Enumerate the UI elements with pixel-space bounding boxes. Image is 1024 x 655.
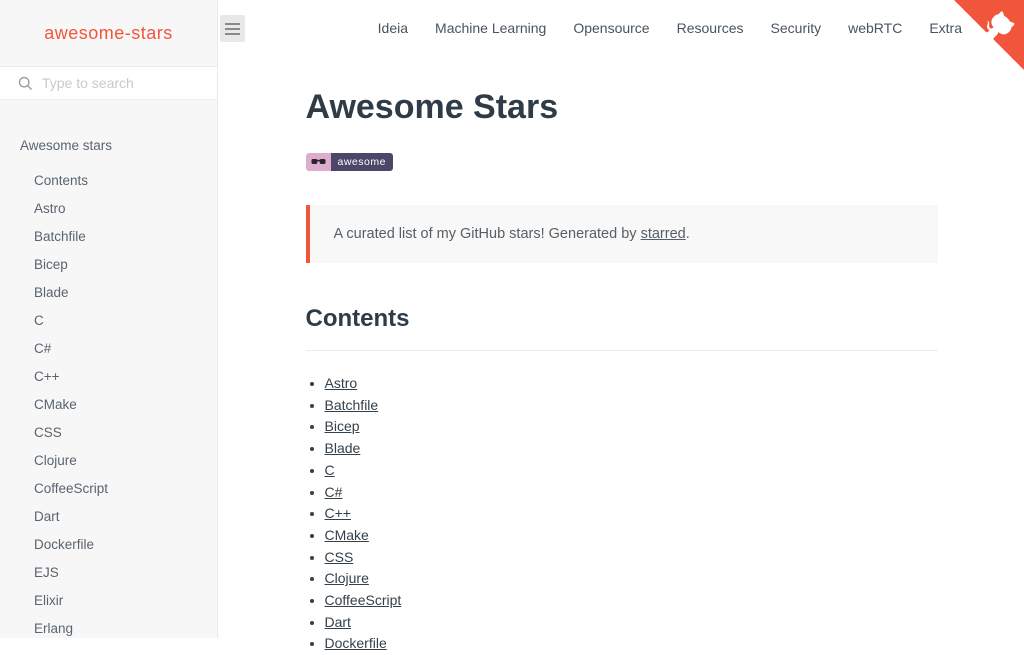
contents-link[interactable]: Blade: [325, 440, 361, 456]
topnav-link[interactable]: Security: [771, 20, 822, 36]
list-item: Astro: [325, 373, 938, 395]
sidebar-item[interactable]: C: [0, 307, 217, 335]
sidebar-item[interactable]: CoffeeScript: [0, 475, 217, 503]
list-item: Bicep: [325, 416, 938, 438]
sidebar-item[interactable]: Blade: [0, 279, 217, 307]
sidebar-item[interactable]: EJS: [0, 559, 217, 587]
intro-blockquote: A curated list of my GitHub stars! Gener…: [306, 205, 938, 263]
search-icon: [18, 76, 33, 91]
sidebar-item[interactable]: Bicep: [0, 251, 217, 279]
contents-link[interactable]: Dart: [325, 614, 351, 630]
contents-link[interactable]: C: [325, 462, 335, 478]
sidebar-item[interactable]: Elixir: [0, 587, 217, 615]
sidebar-item[interactable]: Batchfile: [0, 223, 217, 251]
logo-area: awesome-stars: [0, 0, 217, 66]
contents-link[interactable]: C#: [325, 484, 343, 500]
sidebar-item-awesome-stars[interactable]: Awesome stars: [0, 138, 217, 167]
list-item: Dockerfile: [325, 633, 938, 655]
list-item: C#: [325, 482, 938, 504]
search-bar[interactable]: [0, 66, 217, 100]
topnav-link[interactable]: Opensource: [573, 20, 649, 36]
github-corner-icon[interactable]: [954, 0, 1024, 70]
sidebar-item[interactable]: Erlang: [0, 615, 217, 643]
topnav-link[interactable]: Resources: [677, 20, 744, 36]
quote-text: A curated list of my GitHub stars! Gener…: [334, 226, 641, 242]
search-input[interactable]: [42, 75, 205, 91]
list-item: CSS: [325, 547, 938, 569]
contents-link[interactable]: CMake: [325, 527, 369, 543]
list-item: Blade: [325, 438, 938, 460]
sidebar-item[interactable]: C#: [0, 335, 217, 363]
sidebar-item[interactable]: Astro: [0, 195, 217, 223]
badge-row: awesome: [306, 153, 938, 171]
starred-link[interactable]: starred: [641, 226, 686, 242]
list-item: Clojure: [325, 568, 938, 590]
sidebar-item[interactable]: Contents: [0, 167, 217, 195]
sidebar-item[interactable]: C++: [0, 363, 217, 391]
topnav-link[interactable]: Machine Learning: [435, 20, 546, 36]
page-title: Awesome Stars: [306, 88, 938, 127]
list-item: CMake: [325, 525, 938, 547]
sidebar-item[interactable]: Clojure: [0, 447, 217, 475]
list-item: C++: [325, 503, 938, 525]
sidebar-nav: Awesome stars ContentsAstroBatchfileBice…: [0, 100, 217, 643]
contents-link[interactable]: Bicep: [325, 418, 360, 434]
site-logo[interactable]: awesome-stars: [44, 23, 173, 44]
topnav-link[interactable]: Ideia: [378, 20, 408, 36]
contents-list: Astro Batchfile Bicep Blade C C# C++ CMake CSS Cl…: [306, 373, 938, 655]
quote-suffix: .: [686, 226, 690, 242]
contents-link[interactable]: C++: [325, 505, 351, 521]
hamburger-icon: [225, 28, 240, 30]
page-content: Awesome Stars awesome A curated list of …: [306, 88, 938, 655]
sidebar-item[interactable]: Dart: [0, 503, 217, 531]
list-item: C: [325, 460, 938, 482]
list-item: CoffeeScript: [325, 590, 938, 612]
sidebar-item[interactable]: Dockerfile: [0, 531, 217, 559]
list-item: Batchfile: [325, 395, 938, 417]
sidebar-toggle-button[interactable]: [220, 15, 245, 42]
sidebar-item-list: ContentsAstroBatchfileBicepBladeCC#C++CM…: [0, 167, 217, 643]
list-item: Dart: [325, 612, 938, 634]
top-navigation: Ideia Machine Learning Opensource Resources…: [219, 0, 1024, 56]
contents-link[interactable]: Clojure: [325, 570, 369, 586]
hamburger-icon: [225, 33, 240, 35]
contents-link[interactable]: CoffeeScript: [325, 592, 402, 608]
main-area: Ideia Machine Learning Opensource Resources…: [219, 0, 1024, 638]
contents-link[interactable]: CSS: [325, 549, 354, 565]
awesome-badge[interactable]: awesome: [306, 153, 393, 171]
contents-heading: Contents: [306, 305, 938, 351]
sidebar-item[interactable]: CMake: [0, 391, 217, 419]
topnav-link[interactable]: webRTC: [848, 20, 902, 36]
hamburger-icon: [225, 23, 240, 25]
contents-link[interactable]: Batchfile: [325, 397, 379, 413]
badge-label: awesome: [331, 153, 393, 171]
sunglasses-icon: [306, 153, 331, 171]
sidebar: awesome-stars Awesome stars ContentsAstr…: [0, 0, 218, 638]
sidebar-item[interactable]: CSS: [0, 419, 217, 447]
contents-link[interactable]: Astro: [325, 375, 358, 391]
